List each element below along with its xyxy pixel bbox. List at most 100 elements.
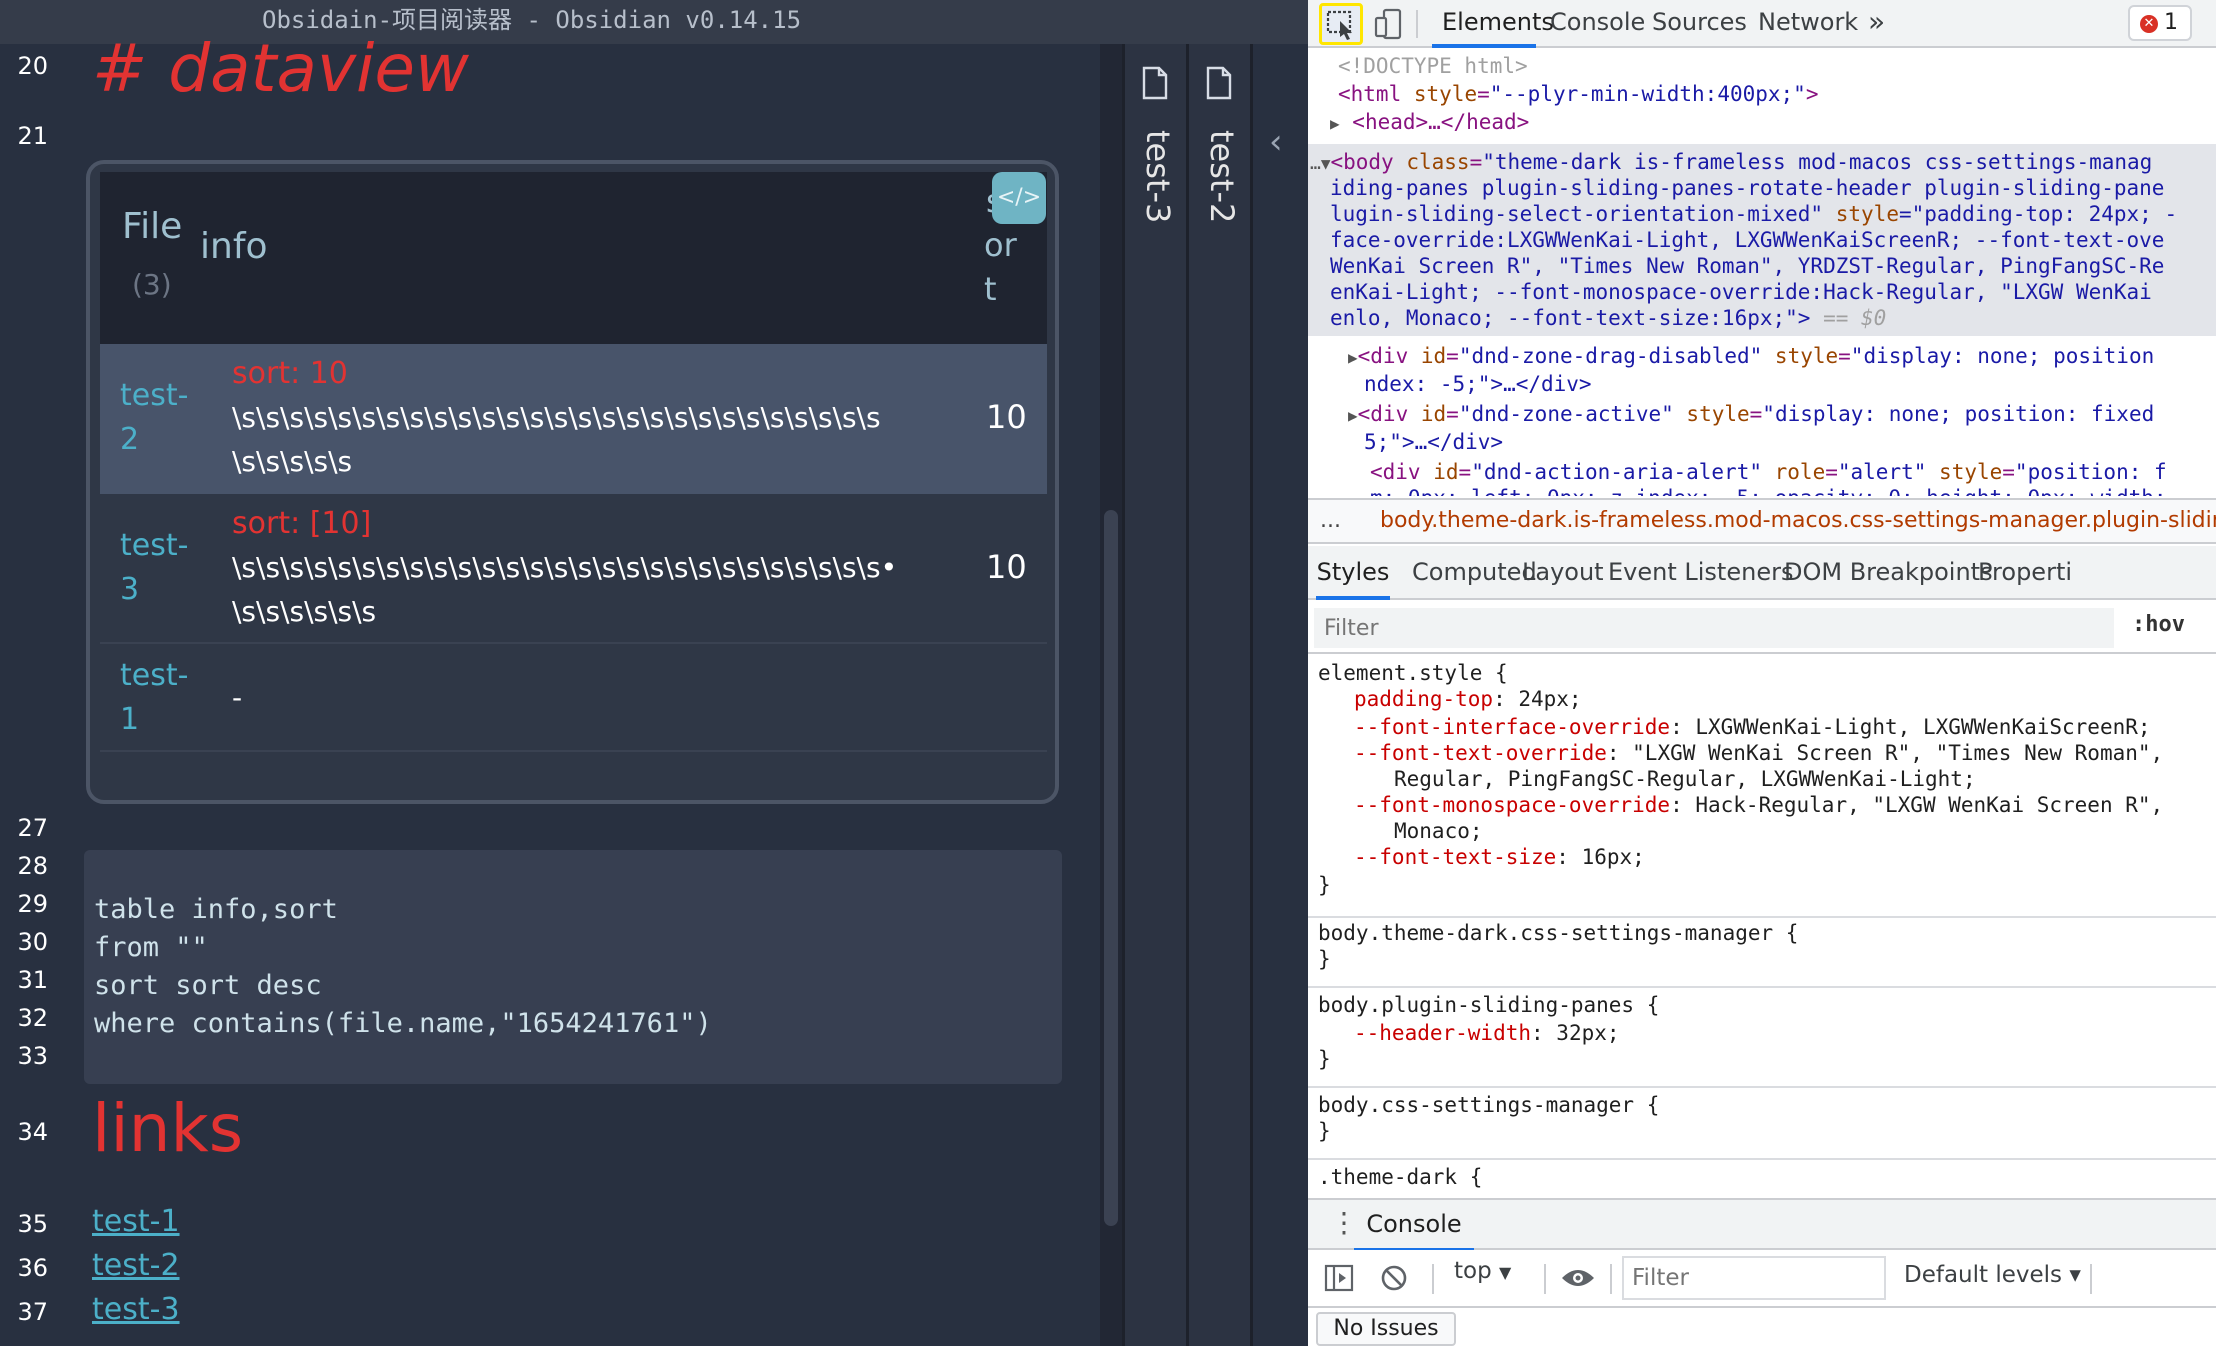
sort-value: 10 bbox=[986, 548, 1027, 586]
styles-filter-row: :hov bbox=[1308, 602, 2216, 654]
sort-value: 10 bbox=[986, 398, 1027, 436]
tab-sources[interactable]: Sources bbox=[1652, 0, 1747, 48]
tab-network[interactable]: Network bbox=[1758, 0, 1858, 48]
drawer-tab-console[interactable]: Console bbox=[1354, 1200, 1474, 1252]
header-info[interactable]: info bbox=[200, 226, 268, 267]
breadcrumb-more[interactable]: ... bbox=[1320, 500, 1341, 542]
heading-dataview[interactable]: # dataview bbox=[92, 30, 469, 107]
code-line: where contains(file.name,"1654241761") bbox=[94, 1008, 712, 1039]
dom-breadcrumb[interactable]: ... body.theme-dark.is-frameless.mod-mac… bbox=[1308, 498, 2216, 544]
log-levels-dropdown[interactable]: Default levels ▾ bbox=[1904, 1262, 2081, 1288]
rule-divider bbox=[1308, 986, 2216, 988]
tab-console[interactable]: Console bbox=[1550, 0, 1645, 48]
line-number: 21 bbox=[17, 122, 48, 150]
link-test-1[interactable]: test-1 bbox=[92, 1204, 180, 1239]
dom-div-aria-alert[interactable]: <div id="dnd-action-aria-alert" role="al… bbox=[1370, 458, 2167, 486]
dataview-result-block: File (3) info s or t test- 2 sort: 10 \s… bbox=[86, 160, 1059, 804]
live-expression-eye-icon[interactable] bbox=[1560, 1266, 1596, 1290]
edit-code-block-icon[interactable]: </> bbox=[992, 172, 1046, 224]
styles-filter-input[interactable] bbox=[1314, 608, 2114, 648]
info-text-cont: \s\s\s\s\s bbox=[232, 445, 353, 478]
show-sidebar-icon[interactable] bbox=[1324, 1264, 1354, 1292]
dom-body-attr-cont: enlo, Monaco; --font-text-size:16px;"> =… bbox=[1330, 306, 1887, 330]
heading-links[interactable]: links bbox=[92, 1090, 243, 1167]
header-sort-l2[interactable]: or bbox=[984, 226, 1017, 264]
editor-scrollbar-thumb[interactable] bbox=[1104, 510, 1118, 1226]
rule-close: } bbox=[1318, 1047, 1331, 1071]
rule-divider bbox=[1308, 916, 2216, 918]
info-text: \s\s\s\s\s\s\s\s\s\s\s\s\s\s\s\s\s\s\s\s… bbox=[232, 551, 898, 584]
tab-event-listeners[interactable]: Event Listeners bbox=[1608, 546, 1793, 600]
link-test-2[interactable]: test-2 bbox=[92, 1248, 180, 1283]
dom-tree[interactable]: <!DOCTYPE html> <html style="--plyr-min-… bbox=[1308, 50, 2216, 496]
inspect-element-button[interactable] bbox=[1319, 3, 1363, 45]
hover-state-toggle[interactable]: :hov bbox=[2132, 612, 2185, 637]
rule-close: } bbox=[1318, 947, 1331, 971]
link-test-3[interactable]: test-3 bbox=[92, 1292, 180, 1327]
style-property[interactable]: --header-width: 32px; bbox=[1354, 1020, 1620, 1046]
tab-properties[interactable]: Properti bbox=[1978, 546, 2072, 600]
tab-styles[interactable]: Styles bbox=[1316, 546, 1390, 600]
context-selector[interactable]: top ▼ bbox=[1454, 1258, 1511, 1284]
issues-button[interactable]: No Issues bbox=[1316, 1312, 1456, 1346]
dom-div-drag-disabled[interactable]: ▶<div id="dnd-zone-drag-disabled" style=… bbox=[1348, 342, 2154, 372]
code-line: sort sort desc bbox=[94, 970, 322, 1001]
tab-dom-breakpoints[interactable]: DOM Breakpoints bbox=[1784, 546, 1993, 600]
tab-elements[interactable]: Elements bbox=[1432, 0, 1554, 48]
info-text-cont: \s\s\s\s\s\s bbox=[232, 595, 377, 628]
dataview-query-code-block[interactable]: table info,sort from "" sort sort desc w… bbox=[84, 850, 1062, 1084]
styles-pane[interactable]: element.style { padding-top: 24px; --fon… bbox=[1308, 656, 2216, 1196]
line-number: 34 bbox=[17, 1118, 48, 1146]
header-file[interactable]: File bbox=[122, 206, 182, 247]
file-link-test-2-cont[interactable]: 2 bbox=[120, 418, 139, 462]
file-link-test-2[interactable]: test- bbox=[120, 374, 188, 418]
table-row: test- 3 sort: [10] \s\s\s\s\s\s\s\s\s\s\… bbox=[100, 494, 1047, 644]
dom-div-zone-active[interactable]: ▶<div id="dnd-zone-active" style="displa… bbox=[1348, 400, 2154, 430]
header-sort-l3[interactable]: t bbox=[984, 270, 997, 308]
obsidian-window: Obsidain-项目阅读器 - Obsidian v0.14.15 20 # … bbox=[0, 0, 1308, 1346]
dom-div-cont: ndex: -5;">…</div> bbox=[1364, 372, 1592, 396]
dom-doctype: <!DOCTYPE html> bbox=[1338, 54, 1528, 78]
rule-close: } bbox=[1318, 1119, 1331, 1143]
dom-head-node[interactable]: ▶ <head>…</head> bbox=[1330, 108, 1529, 138]
file-link-test-1[interactable]: test- bbox=[120, 654, 188, 698]
clear-console-icon[interactable] bbox=[1380, 1264, 1408, 1292]
file-link-test-3-cont[interactable]: 3 bbox=[120, 568, 139, 612]
file-link-test-1-cont[interactable]: 1 bbox=[120, 698, 139, 742]
pane-title-test-2[interactable]: test-2 bbox=[1203, 130, 1241, 223]
line-number: 30 bbox=[17, 928, 48, 956]
file-link-test-3[interactable]: test- bbox=[120, 524, 188, 568]
style-property[interactable]: --font-text-override: "LXGW WenKai Scree… bbox=[1354, 740, 2163, 766]
collapse-sidebar-button[interactable]: ‹ bbox=[1250, 44, 1308, 1346]
pane-title-test-3[interactable]: test-3 bbox=[1139, 130, 1177, 223]
style-property[interactable]: --font-text-size: 16px; bbox=[1354, 844, 1645, 870]
sliding-pane-tab-test-3[interactable]: test-3 bbox=[1122, 44, 1186, 1346]
console-filter-input[interactable] bbox=[1622, 1256, 1886, 1300]
info-sort-field: sort: [10] bbox=[232, 506, 372, 541]
breadcrumb-body[interactable]: body.theme-dark.is-frameless.mod-macos.c… bbox=[1380, 500, 2216, 542]
device-toolbar-icon[interactable] bbox=[1374, 8, 1404, 40]
tab-computed[interactable]: Computed bbox=[1412, 546, 1537, 600]
style-property[interactable]: --font-interface-override: LXGWWenKai-Li… bbox=[1354, 714, 2151, 740]
line-number: 32 bbox=[17, 1004, 48, 1032]
line-number: 35 bbox=[17, 1210, 48, 1238]
editor-pane[interactable]: 20 # dataview 21 File (3) info s or t te… bbox=[0, 30, 1122, 1346]
more-tabs-icon[interactable]: » bbox=[1868, 0, 1885, 48]
drawer-tabbar: ⋮ Console bbox=[1308, 1198, 2216, 1252]
style-property[interactable]: --font-monospace-override: Hack-Regular,… bbox=[1354, 792, 2163, 818]
line-number: 27 bbox=[17, 814, 48, 842]
tab-layout[interactable]: Layout bbox=[1522, 546, 1604, 600]
error-count-badge[interactable]: ✕ 1 bbox=[2128, 5, 2192, 41]
toolbar-divider bbox=[1544, 1264, 1546, 1294]
line-number: 29 bbox=[17, 890, 48, 918]
style-property[interactable]: padding-top: 24px; bbox=[1354, 686, 1582, 712]
dom-div-cont: m: 0px; left: 0px; z-index: -5; opacity:… bbox=[1370, 484, 2167, 496]
expand-triangle-icon[interactable]: ▶ bbox=[1330, 114, 1340, 133]
info-text: \s\s\s\s\s\s\s\s\s\s\s\s\s\s\s\s\s\s\s\s… bbox=[232, 401, 881, 434]
devtools-toolbar: Elements Console Sources Network » ✕ 1 bbox=[1308, 0, 2216, 48]
error-icon: ✕ bbox=[2140, 15, 2158, 33]
dom-html-node[interactable]: <html style="--plyr-min-width:400px;"> bbox=[1338, 80, 1818, 108]
rule-selector: .theme-dark { bbox=[1318, 1165, 1483, 1189]
sliding-pane-tab-test-2[interactable]: test-2 bbox=[1186, 44, 1250, 1346]
info-sort-field: sort: 10 bbox=[232, 356, 348, 391]
